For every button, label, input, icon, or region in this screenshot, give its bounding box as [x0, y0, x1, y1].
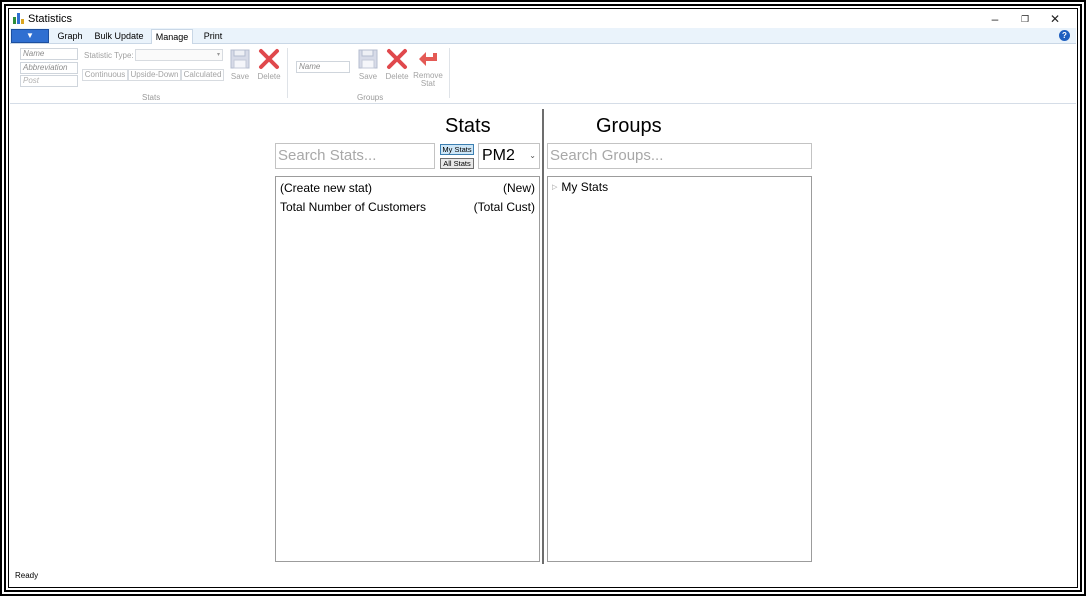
group-delete-button[interactable]: Delete [383, 48, 411, 81]
ribbon-tab-bar: ▼ Graph Bulk Update Manage Print ? [10, 28, 1076, 45]
panel-splitter[interactable] [542, 109, 544, 564]
close-button[interactable]: ✕ [1040, 11, 1070, 27]
group-delete-label: Delete [385, 72, 409, 81]
tree-item-label: My Stats [561, 180, 609, 194]
tab-manage[interactable]: Manage [151, 29, 193, 45]
pm-selector-combo[interactable]: PM2 ⌄ [478, 143, 540, 169]
stat-post-field[interactable]: Post [20, 75, 78, 87]
statistic-type-combo[interactable]: ▾ [135, 49, 223, 61]
title-bar: Statistics – ❐ ✕ [10, 10, 1076, 28]
stat-abbreviation-field[interactable]: Abbreviation [20, 62, 78, 74]
remove-arrow-icon [419, 52, 437, 66]
stat-abbrev: (Total Cust) [473, 200, 535, 214]
ribbon-group-separator [449, 48, 450, 98]
stat-delete-button[interactable]: Delete [255, 48, 283, 81]
continuous-button[interactable]: Continuous [82, 69, 128, 81]
tree-expand-icon[interactable]: ▷ [552, 184, 557, 191]
stat-delete-label: Delete [257, 72, 281, 81]
tab-print[interactable]: Print [200, 29, 226, 44]
file-menu-button[interactable]: ▼ [11, 29, 49, 43]
calculated-button[interactable]: Calculated [181, 69, 224, 81]
help-icon[interactable]: ? [1059, 30, 1070, 41]
tree-item-my-stats[interactable]: ▷ My Stats [552, 178, 608, 196]
window-title: Statistics [28, 13, 73, 25]
stat-save-label: Save [230, 72, 250, 81]
save-disk-icon [358, 49, 378, 69]
app-bar-chart-icon [13, 13, 24, 24]
statistics-window: Statistics – ❐ ✕ ▼ Graph Bulk Update Man… [10, 10, 1076, 586]
groups-tree: ▷ My Stats [547, 176, 812, 562]
stat-save-button[interactable]: Save [227, 48, 253, 81]
minimize-button[interactable]: – [980, 11, 1010, 27]
pm-selector-value: PM2 [482, 147, 515, 164]
remove-stat-button[interactable]: Remove Stat [412, 48, 444, 88]
statistic-type-label: Statistic Type: [84, 51, 134, 60]
group-name-field[interactable]: Name [296, 61, 350, 73]
groups-search-input[interactable]: Search Groups... [547, 143, 812, 169]
restore-button[interactable]: ❐ [1010, 11, 1040, 27]
stats-heading: Stats [445, 115, 491, 137]
stats-list: (Create new stat) (New) Total Number of … [275, 176, 540, 562]
groups-group-label: Groups [357, 93, 384, 102]
stat-abbrev: (New) [503, 181, 535, 195]
groups-heading: Groups [596, 115, 662, 137]
stats-group-label: Stats [142, 93, 161, 102]
chevron-down-icon: ▾ [216, 52, 220, 58]
status-bar-text: Ready [15, 571, 39, 580]
list-item[interactable]: (Create new stat) (New) [280, 179, 535, 197]
group-save-button[interactable]: Save [355, 48, 381, 81]
delete-x-icon [387, 49, 407, 69]
stat-name: (Create new stat) [280, 181, 373, 195]
ribbon-manage-panel: Name Abbreviation Post Statistic Type: ▾… [10, 44, 1076, 104]
save-disk-icon [230, 49, 250, 69]
tab-graph[interactable]: Graph [55, 29, 85, 44]
remove-stat-label-line2: Stat [420, 79, 436, 88]
stats-search-input[interactable]: Search Stats... [275, 143, 435, 169]
chevron-down-icon: ⌄ [529, 151, 536, 160]
group-save-label: Save [358, 72, 378, 81]
upside-down-button[interactable]: Upside-Down [128, 69, 181, 81]
stat-name: Total Number of Customers [280, 200, 427, 214]
all-stats-filter-button[interactable]: All Stats [440, 158, 474, 169]
stat-name-field[interactable]: Name [20, 48, 78, 60]
list-item[interactable]: Total Number of Customers (Total Cust) [280, 198, 535, 216]
delete-x-icon [259, 49, 279, 69]
my-stats-filter-button[interactable]: My Stats [440, 144, 474, 155]
file-menu-dropdown-icon: ▼ [26, 31, 34, 40]
tab-bulk-update[interactable]: Bulk Update [94, 29, 144, 44]
ribbon-group-separator [287, 48, 288, 98]
